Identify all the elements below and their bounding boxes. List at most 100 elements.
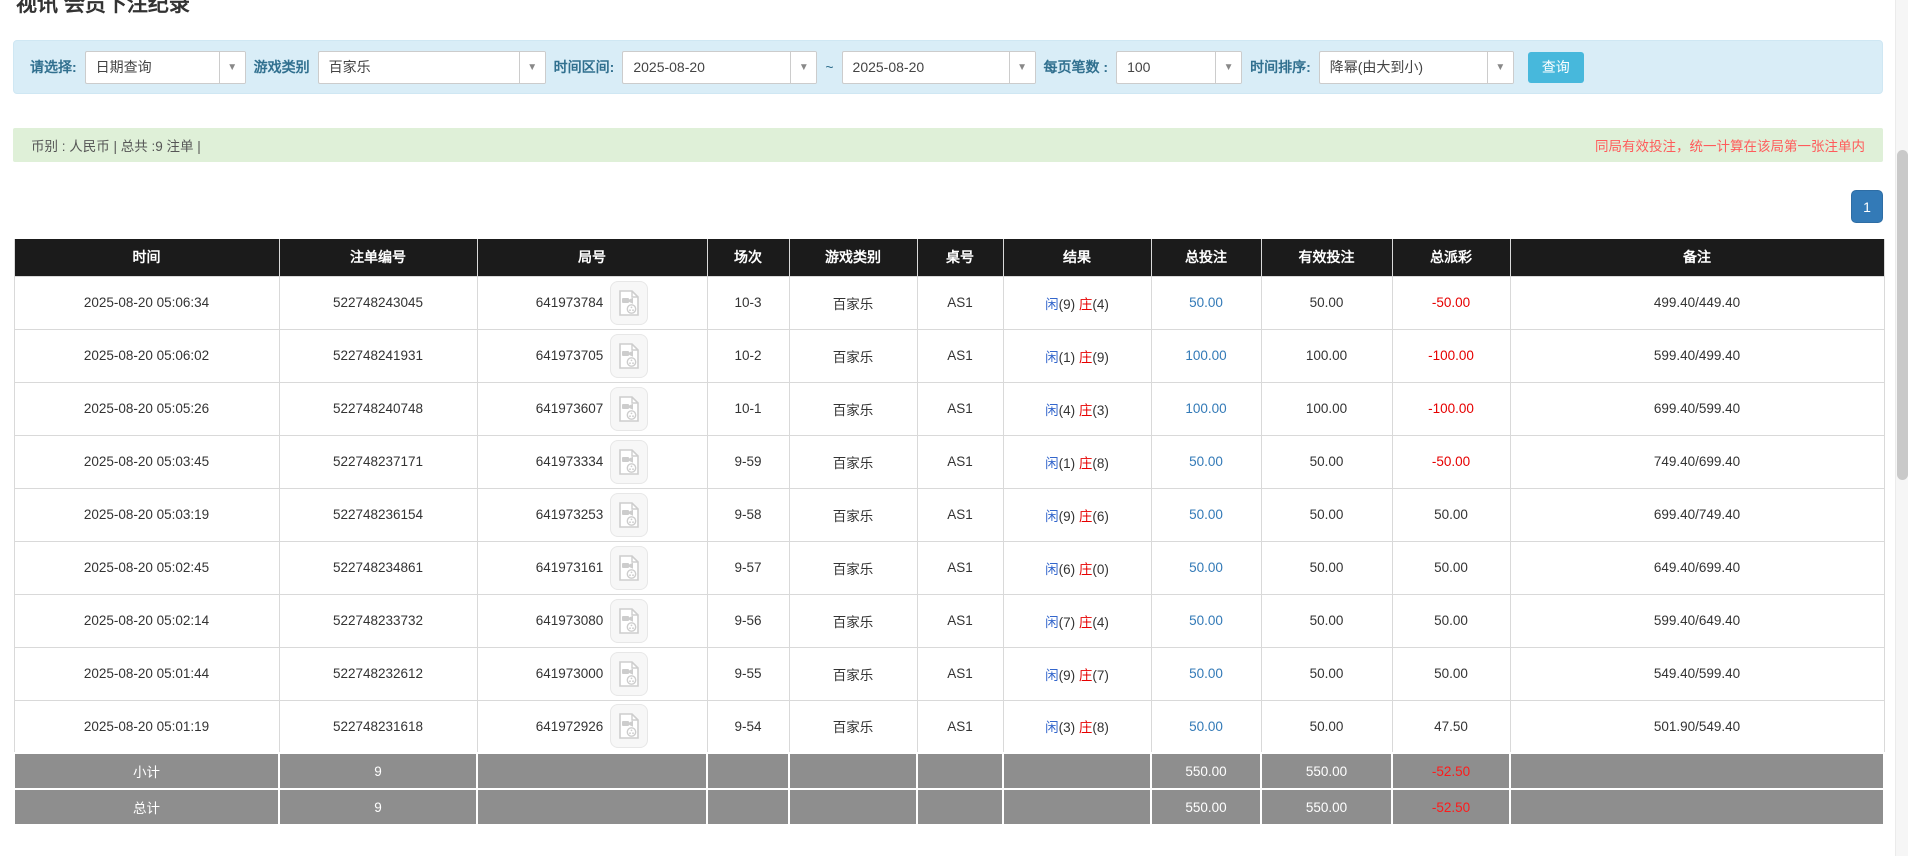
chevron-down-icon[interactable]: ▼ <box>1009 52 1035 83</box>
table-row: 2025-08-20 05:06:02522748241931641973705… <box>14 329 1884 382</box>
column-header: 总投注 <box>1151 239 1261 276</box>
chevron-down-icon[interactable]: ▼ <box>790 52 816 83</box>
query-type-select[interactable]: 日期查询 ▼ <box>85 51 246 84</box>
cell-session: 9-55 <box>707 647 789 700</box>
player-result-value: (3) <box>1059 720 1076 735</box>
round-no-wrap: 641973607 <box>479 387 706 431</box>
chevron-down-icon[interactable]: ▼ <box>519 52 545 83</box>
search-button[interactable]: 查询 <box>1528 52 1584 83</box>
payout-value: 50.00 <box>1434 613 1468 628</box>
banker-result-label: 庄 <box>1079 350 1093 365</box>
total-bet-link[interactable]: 50.00 <box>1189 295 1223 310</box>
cell-remark: 499.40/449.40 <box>1510 276 1884 329</box>
banker-result-value: (8) <box>1092 456 1109 471</box>
cell-payout: -52.50 <box>1392 789 1510 825</box>
page-size-value: 100 <box>1117 52 1215 83</box>
cell-table-no: AS1 <box>917 594 1003 647</box>
banker-result-value: (7) <box>1092 668 1109 683</box>
video-replay-button[interactable] <box>610 493 648 537</box>
video-replay-button[interactable] <box>610 599 648 643</box>
date-from-select[interactable]: 2025-08-20 ▼ <box>622 51 817 84</box>
cell-time: 2025-08-20 05:06:02 <box>14 329 279 382</box>
banker-result-label: 庄 <box>1079 668 1093 683</box>
cell-table-no <box>917 753 1003 789</box>
cell-payout: -100.00 <box>1392 382 1510 435</box>
cell-bet-no: 522748243045 <box>279 276 477 329</box>
total-bet-link[interactable]: 50.00 <box>1189 507 1223 522</box>
cell-time: 2025-08-20 05:01:44 <box>14 647 279 700</box>
total-bet-link[interactable]: 50.00 <box>1189 454 1223 469</box>
chevron-down-icon[interactable]: ▼ <box>219 52 245 83</box>
banker-result-value: (4) <box>1092 615 1109 630</box>
page-1-button[interactable]: 1 <box>1851 190 1883 223</box>
time-range-label: 时间区间: <box>554 57 615 77</box>
cell-bet-no: 522748241931 <box>279 329 477 382</box>
cell-round-no <box>477 753 707 789</box>
column-header: 场次 <box>707 239 789 276</box>
cell-session: 10-3 <box>707 276 789 329</box>
cell-valid-bet: 550.00 <box>1261 789 1392 825</box>
cell-bet-no: 522748240748 <box>279 382 477 435</box>
cell-game-type: 百家乐 <box>789 700 917 753</box>
banker-result-label: 庄 <box>1079 720 1093 735</box>
round-no-wrap: 641973253 <box>479 493 706 537</box>
banker-result-value: (0) <box>1092 562 1109 577</box>
video-replay-button[interactable] <box>610 334 648 378</box>
video-replay-button[interactable] <box>610 281 648 325</box>
column-header: 备注 <box>1510 239 1884 276</box>
page-size-select[interactable]: 100 ▼ <box>1116 51 1242 84</box>
cell-game-type: 百家乐 <box>789 276 917 329</box>
cell-total-bet: 550.00 <box>1151 753 1261 789</box>
total-bet-link[interactable]: 50.00 <box>1189 560 1223 575</box>
cell-total-bet: 100.00 <box>1151 382 1261 435</box>
total-bet-link[interactable]: 50.00 <box>1189 666 1223 681</box>
cell-result: 闲(1) 庄(9) <box>1003 329 1151 382</box>
chevron-down-icon[interactable]: ▼ <box>1215 52 1241 83</box>
payout-value: 50.00 <box>1434 666 1468 681</box>
page-title: 视讯 会员下注纪录 <box>16 0 1883 19</box>
game-type-label: 游戏类别 <box>254 57 310 77</box>
cell-table-no: AS1 <box>917 541 1003 594</box>
video-replay-button[interactable] <box>610 387 648 431</box>
cell-payout: -52.50 <box>1392 753 1510 789</box>
cell-table-no: AS1 <box>917 329 1003 382</box>
video-replay-button[interactable] <box>610 440 648 484</box>
cell-game-type: 百家乐 <box>789 594 917 647</box>
player-result-value: (1) <box>1059 456 1076 471</box>
player-result-label: 闲 <box>1045 456 1059 471</box>
currency-summary-text: 币别 : 人民币 | 总共 :9 注单 | <box>31 135 201 155</box>
video-replay-button[interactable] <box>610 704 648 748</box>
cell-round-no: 641973080 <box>477 594 707 647</box>
payout-total: -52.50 <box>1432 800 1470 815</box>
payout-total: -52.50 <box>1432 764 1470 779</box>
payout-value: 50.00 <box>1434 507 1468 522</box>
player-result-value: (6) <box>1059 562 1076 577</box>
payout-value: 47.50 <box>1434 719 1468 734</box>
total-bet-link[interactable]: 50.00 <box>1189 613 1223 628</box>
game-type-select[interactable]: 百家乐 ▼ <box>318 51 546 84</box>
video-replay-button[interactable] <box>610 652 648 696</box>
video-replay-icon <box>618 395 640 423</box>
table-header-row: 时间注单编号局号场次游戏类别桌号结果总投注有效投注总派彩备注 <box>14 239 1884 276</box>
table-row: 2025-08-20 05:01:44522748232612641973000… <box>14 647 1884 700</box>
round-no-text: 641973334 <box>536 454 604 469</box>
player-result-label: 闲 <box>1045 615 1059 630</box>
video-replay-button[interactable] <box>610 546 648 590</box>
cell-round-no: 641973784 <box>477 276 707 329</box>
player-result-value: (4) <box>1059 403 1076 418</box>
date-to-select[interactable]: 2025-08-20 ▼ <box>842 51 1036 84</box>
total-bet-link[interactable]: 100.00 <box>1185 401 1226 416</box>
payout-value: 50.00 <box>1434 560 1468 575</box>
date-to-value: 2025-08-20 <box>843 52 1009 83</box>
cell-bet-no: 522748232612 <box>279 647 477 700</box>
banker-result-value: (8) <box>1092 720 1109 735</box>
total-bet-link[interactable]: 50.00 <box>1189 719 1223 734</box>
cell-time: 2025-08-20 05:02:14 <box>14 594 279 647</box>
chevron-down-icon[interactable]: ▼ <box>1487 52 1513 83</box>
sort-order-select[interactable]: 降幂(由大到小) ▼ <box>1319 51 1514 84</box>
player-result-label: 闲 <box>1045 350 1059 365</box>
cell-table-no: AS1 <box>917 647 1003 700</box>
total-bet-link[interactable]: 100.00 <box>1185 348 1226 363</box>
player-result-value: (9) <box>1059 297 1076 312</box>
cell-bet-no: 522748237171 <box>279 435 477 488</box>
